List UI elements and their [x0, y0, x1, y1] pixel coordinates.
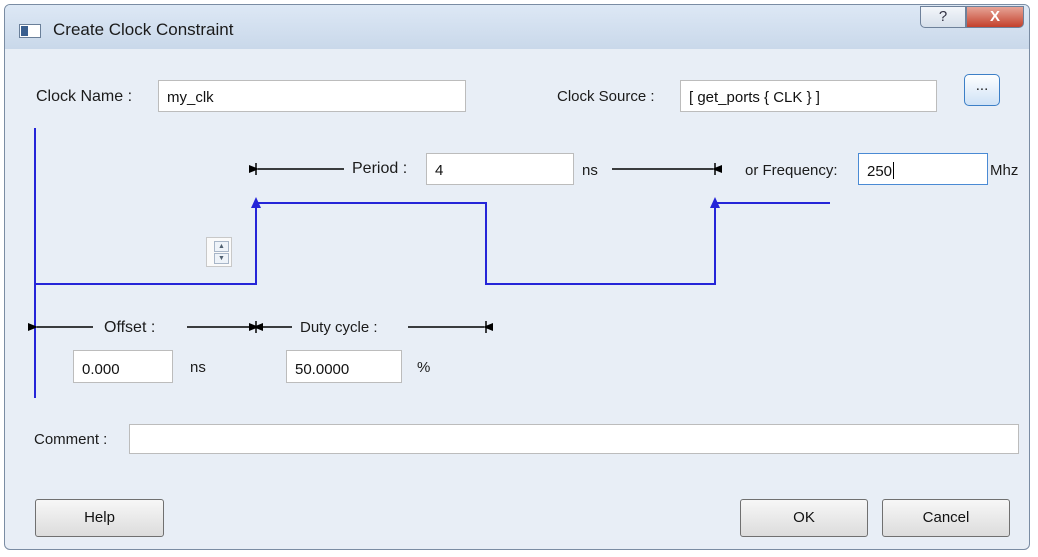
duty-cycle-input[interactable]: 50.0000 [286, 350, 402, 383]
clock-source-label: Clock Source : [557, 88, 655, 105]
clock-signal [35, 202, 830, 285]
offset-input[interactable]: 0.000 [73, 350, 173, 383]
frequency-unit: Mhz [990, 162, 1019, 179]
browse-source-button[interactable]: ... [964, 74, 1000, 106]
ok-button[interactable]: OK [740, 499, 868, 537]
clock-source-input[interactable]: [ get_ports { CLK } ] [680, 80, 937, 112]
period-unit: ns [582, 162, 598, 179]
frequency-value: 250 [867, 163, 893, 180]
offset-label: Offset : [104, 319, 156, 336]
comment-label: Comment : [34, 431, 108, 448]
period-label: Period : [352, 160, 408, 177]
duty-cycle-label: Duty cycle : [300, 319, 378, 336]
comment-input[interactable] [129, 424, 1019, 454]
clock-name-input[interactable]: my_clk [158, 80, 466, 112]
spinner-up-button[interactable]: ▲ [214, 241, 229, 252]
period-input[interactable]: 4 [426, 153, 574, 185]
waveform-spinner[interactable]: ▲ ▼ [206, 237, 232, 267]
duty-cycle-unit: % [417, 359, 431, 376]
frequency-input[interactable]: 250 [858, 153, 988, 185]
cancel-button[interactable]: Cancel [882, 499, 1010, 537]
clock-name-label: Clock Name : [36, 88, 133, 105]
help-button[interactable]: Help [35, 499, 164, 537]
frequency-label: or Frequency: [745, 162, 838, 179]
spinner-down-button[interactable]: ▼ [214, 253, 229, 264]
offset-unit: ns [190, 359, 206, 376]
text-caret [893, 162, 895, 179]
